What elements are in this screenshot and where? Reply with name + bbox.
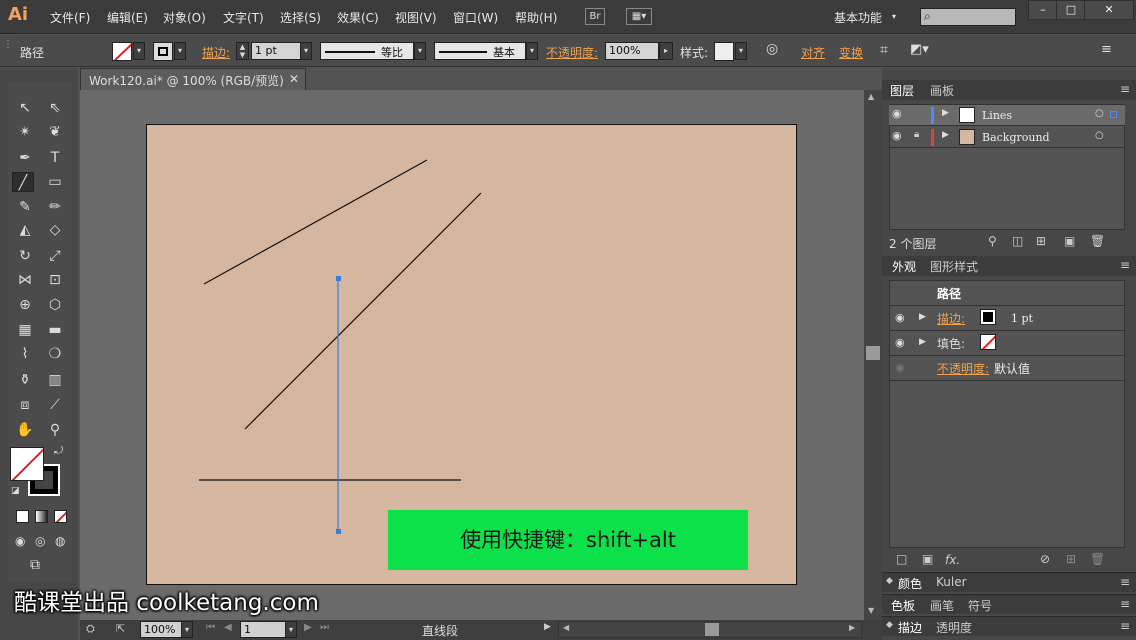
layers-panel-menu-icon[interactable]: ≡ <box>1120 82 1130 96</box>
tab-swatches[interactable]: 色板 <box>891 597 915 614</box>
zoom-input[interactable]: 100% <box>140 621 182 638</box>
appearance-stroke-swatch[interactable] <box>980 309 996 325</box>
appearance-panel-footer: □ ▣ fx. ⊘ ⊞ 🗑︎ <box>882 551 1136 571</box>
artboard-number-input[interactable]: 1 <box>240 621 286 638</box>
stroke-panel-header: ◆ 描边 透明度 ≡ <box>882 616 1136 636</box>
layer-name[interactable]: Lines <box>982 109 1012 122</box>
appearance-fill-label[interactable]: 填色: <box>937 335 965 352</box>
layers-panel-header: 图层 画板 ≡ <box>882 80 1136 100</box>
horizontal-scrollbar[interactable]: ◀ ▶ <box>558 621 862 638</box>
visibility-eye-icon[interactable]: ◉ <box>895 336 905 349</box>
line-path-2[interactable] <box>244 192 482 430</box>
delete-layer-icon[interactable]: 🗑︎ <box>1090 234 1105 248</box>
status-bar: ⛭ ⇱ 100% ▾ ⏮ ◀ 1 ▾ ▶ ⏭ 直线段 ▶ ◀ ▶ <box>80 620 882 640</box>
watermark: 酷课堂出品 coolketang.com <box>14 590 319 616</box>
tab-layers[interactable]: 图层 <box>890 82 914 99</box>
swatches-panel-menu-icon[interactable]: ≡ <box>1120 597 1130 611</box>
add-stroke-icon[interactable]: □ <box>896 552 907 566</box>
visibility-eye-icon[interactable]: ◉ <box>892 107 902 120</box>
layer-row-lines[interactable]: ◉ ▶ Lines ○ <box>889 105 1125 126</box>
layer-thumbnail <box>959 129 975 145</box>
expand-triangle-icon[interactable]: ▶ <box>919 312 926 322</box>
appearance-title: 路径 <box>937 287 962 301</box>
layer-name[interactable]: Background <box>982 131 1050 144</box>
prev-artboard-icon[interactable]: ◀ <box>224 622 232 633</box>
vertical-scroll-thumb[interactable] <box>866 346 880 360</box>
scroll-up-icon[interactable]: ▲ <box>868 92 874 101</box>
visibility-eye-icon[interactable]: ◉ <box>892 129 902 142</box>
new-layer-icon[interactable]: ▣ <box>1064 234 1075 248</box>
swatches-panel-header: 色板 画笔 符号 ≡ <box>882 594 1136 614</box>
appearance-panel-menu-icon[interactable]: ≡ <box>1120 258 1130 272</box>
cpu-icon[interactable]: ⛭ <box>86 622 95 636</box>
tab-color[interactable]: 颜色 <box>898 575 922 592</box>
layer-thumbnail <box>959 107 975 123</box>
appearance-stroke-weight[interactable]: 1 pt <box>1011 312 1033 325</box>
tab-graphic-styles[interactable]: 图形样式 <box>930 258 978 275</box>
appearance-opacity-value: 默认值 <box>994 362 1031 376</box>
tab-kuler[interactable]: Kuler <box>936 575 967 589</box>
shortcut-notice: 使用快捷键：shift+alt <box>388 510 748 570</box>
scroll-right-icon[interactable]: ▶ <box>849 623 855 632</box>
add-effect-icon[interactable]: fx. <box>945 553 960 567</box>
status-menu-icon[interactable]: ▶ <box>544 622 551 632</box>
expand-triangle-icon[interactable]: ▶ <box>919 337 926 347</box>
tab-brushes[interactable]: 画笔 <box>930 597 954 614</box>
layer-count: 2 个图层 <box>889 237 937 251</box>
scroll-left-icon[interactable]: ◀ <box>563 623 569 632</box>
first-artboard-icon[interactable]: ⏮ <box>206 622 215 633</box>
appearance-opacity-label[interactable]: 不透明度: <box>937 360 989 377</box>
layer-color-indicator <box>931 129 934 146</box>
clear-appearance-icon[interactable]: ⊘ <box>1040 552 1050 566</box>
add-fill-icon[interactable]: ▣ <box>922 552 933 566</box>
share-icon[interactable]: ⇱ <box>116 622 125 635</box>
vertical-scrollbar[interactable]: ▲ ▼ <box>864 90 882 620</box>
visibility-eye-icon[interactable]: ◉ <box>895 361 905 374</box>
color-panel-header: ◆ 颜色 Kuler ≡ <box>882 572 1136 592</box>
target-circle-icon[interactable]: ○ <box>1095 130 1104 141</box>
tab-transparency[interactable]: 透明度 <box>936 619 972 636</box>
selection-indicator[interactable] <box>1110 111 1117 118</box>
duplicate-item-icon[interactable]: ⊞ <box>1066 552 1076 566</box>
lock-icon[interactable]: 🔒︎ <box>914 129 919 140</box>
appearance-fill-swatch[interactable] <box>980 334 996 350</box>
appearance-stroke-label[interactable]: 描边: <box>937 310 965 327</box>
appearance-panel-header: 外观 图形样式 ≡ <box>882 256 1136 276</box>
scroll-down-icon[interactable]: ▼ <box>868 606 874 615</box>
color-panel-menu-icon[interactable]: ≡ <box>1120 575 1130 589</box>
stroke-panel-menu-icon[interactable]: ≡ <box>1120 619 1130 633</box>
new-sublayer-icon[interactable]: ⊞ <box>1036 234 1046 248</box>
next-artboard-icon[interactable]: ▶ <box>304 622 312 633</box>
horizontal-scroll-thumb[interactable] <box>705 623 719 636</box>
locate-object-icon[interactable]: ⚲ <box>988 234 997 248</box>
visibility-eye-icon[interactable]: ◉ <box>895 311 905 324</box>
expand-triangle-icon[interactable]: ▶ <box>942 108 949 118</box>
layer-row-background[interactable]: ◉ 🔒︎ ▶ Background ○ <box>889 127 1125 148</box>
no-fill-icon <box>981 335 995 349</box>
tab-artboards[interactable]: 画板 <box>930 82 954 99</box>
last-artboard-icon[interactable]: ⏭ <box>320 622 329 633</box>
tab-stroke[interactable]: 描边 <box>898 619 922 636</box>
clipping-mask-icon[interactable]: ◫ <box>1012 234 1023 248</box>
collapse-arrows-icon[interactable]: ◆ <box>886 576 893 586</box>
delete-item-icon[interactable]: 🗑︎ <box>1090 552 1105 566</box>
collapse-arrows-icon[interactable]: ◆ <box>886 620 893 630</box>
tab-symbols[interactable]: 符号 <box>968 597 992 614</box>
target-circle-icon[interactable]: ○ <box>1095 108 1104 119</box>
layers-panel-footer: 2 个图层 ⚲ ◫ ⊞ ▣ 🗑︎ <box>882 232 1136 252</box>
line-path-1[interactable] <box>203 159 428 285</box>
appearance-list: 路径 ◉ ▶ 描边: 1 pt ◉ ▶ 填色: ◉ 不透明度: 默认值 <box>889 280 1126 548</box>
tab-appearance[interactable]: 外观 <box>892 258 916 275</box>
expand-triangle-icon[interactable]: ▶ <box>942 130 949 140</box>
artboard-dropdown[interactable]: ▾ <box>285 621 297 638</box>
anchor-point-bottom[interactable] <box>336 529 341 534</box>
anchor-point-top[interactable] <box>336 276 341 281</box>
zoom-dropdown[interactable]: ▾ <box>181 621 193 638</box>
layer-color-indicator <box>931 107 934 124</box>
current-tool-label: 直线段 <box>422 624 459 638</box>
